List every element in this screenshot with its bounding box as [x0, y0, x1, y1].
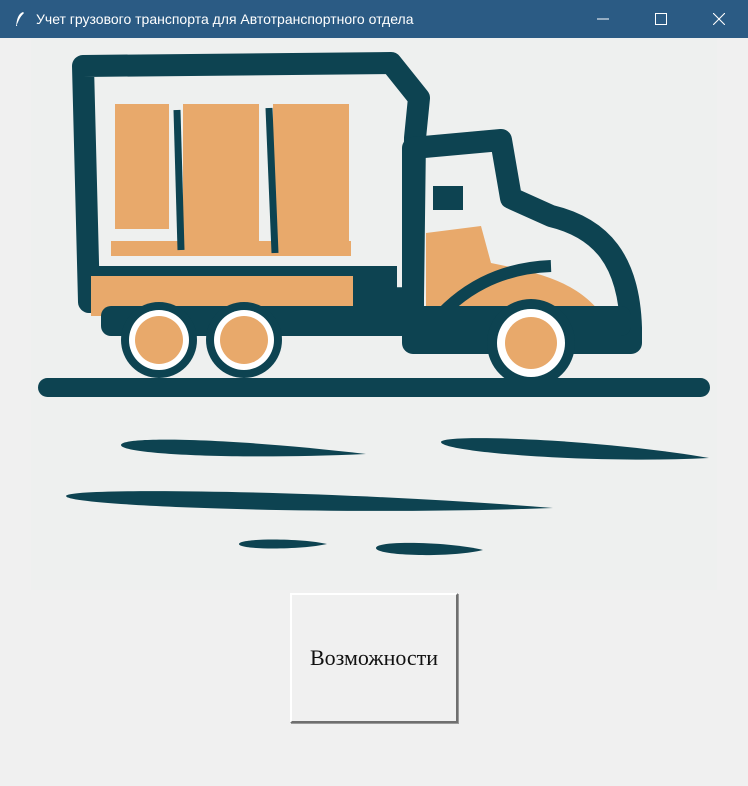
features-button[interactable]: Возможности [290, 593, 458, 723]
minimize-button[interactable] [574, 0, 632, 38]
maximize-icon [655, 13, 667, 25]
feather-icon [12, 11, 28, 27]
minimize-icon [597, 18, 609, 20]
app-window: Учет грузового транспорта для Автотрансп… [0, 0, 748, 786]
window-controls [574, 0, 748, 38]
close-icon [713, 13, 725, 25]
close-button[interactable] [690, 0, 748, 38]
maximize-button[interactable] [632, 0, 690, 38]
window-title: Учет грузового транспорта для Автотрансп… [36, 11, 414, 27]
title-bar[interactable]: Учет грузового транспорта для Автотрансп… [0, 0, 748, 38]
truck-illustration [31, 38, 717, 590]
